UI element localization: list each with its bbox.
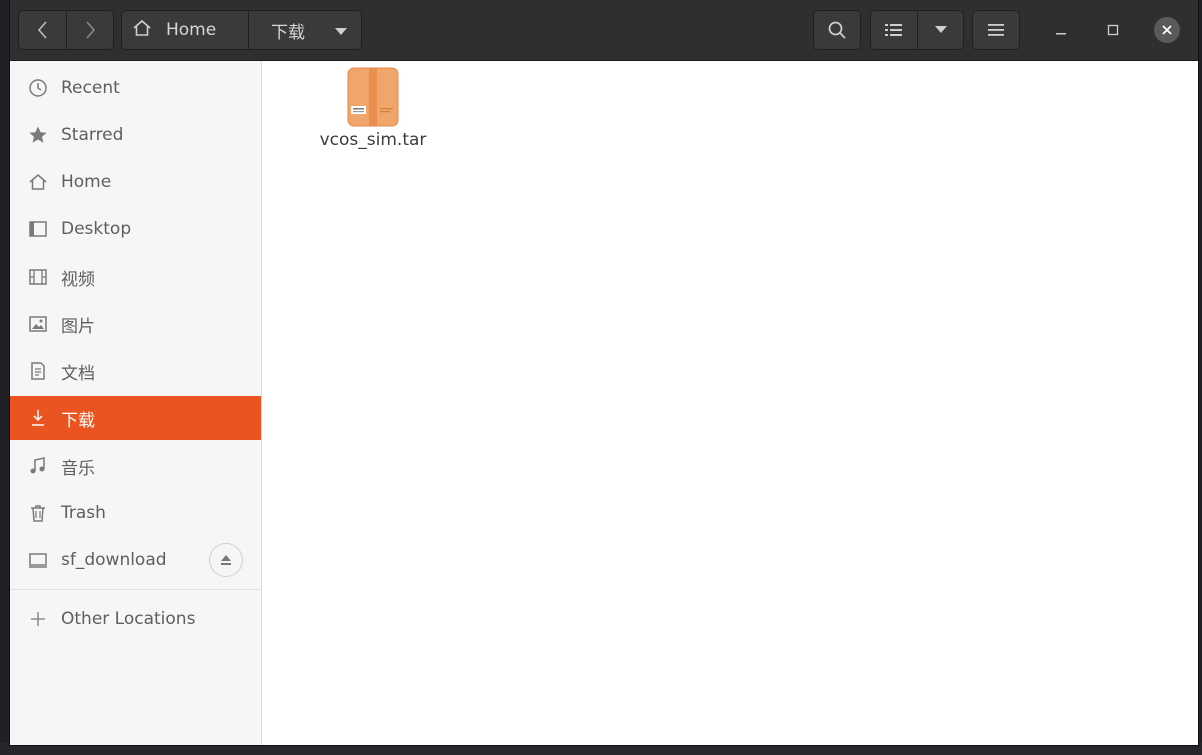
path-bar: Home 下载 [121,10,362,50]
breadcrumb-current[interactable]: 下载 [250,11,362,49]
close-button[interactable] [1152,15,1182,45]
sidebar-item-other-locations[interactable]: Other Locations [10,597,261,641]
sidebar-item-label: Recent [61,78,120,98]
drive-icon [27,549,49,571]
sidebar-item-starred[interactable]: Starred [10,113,261,157]
desktop-icon [27,218,49,240]
sidebar-item-home[interactable]: Home [10,160,261,204]
sidebar-item-label: 下载 [61,410,95,431]
star-icon [27,124,49,146]
breadcrumb-label: 下载 [271,22,305,43]
breadcrumb-label: Home [166,20,217,40]
back-button[interactable] [19,11,67,49]
breadcrumb-home[interactable]: Home [122,11,249,49]
home-icon [132,19,152,41]
file-name: vcos_sim.tar [319,130,427,150]
minimize-button[interactable] [1046,15,1076,45]
sidebar-item-label: Trash [61,503,106,523]
clock-icon [27,77,49,99]
maximize-icon [1107,24,1119,36]
chevron-right-icon [86,21,96,39]
sidebar-item-label: Other Locations [61,609,196,629]
search-icon [828,21,846,39]
file-view: vcos_sim.tar [262,61,1198,745]
sidebar-item-label: Starred [61,125,124,145]
sidebar-item-label: 视频 [61,269,95,290]
download-icon [27,407,49,429]
file-manager-window: Home 下载 Recent Starred Home Desktop 视频 图… [10,0,1198,745]
close-circle [1154,17,1180,43]
sidebar-item-videos[interactable]: 视频 [10,255,261,299]
view-buttons [870,10,964,50]
sidebar-item-trash[interactable]: Trash [10,491,261,535]
archive-icon [347,67,399,127]
sidebar-item-sf-download[interactable]: sf_download [10,538,261,582]
search-button[interactable] [813,10,861,50]
sidebar-item-label: Desktop [61,219,132,239]
sidebar-item-recent[interactable]: Recent [10,66,261,110]
eject-icon [221,555,231,565]
sidebar-item-label: 文档 [61,363,95,384]
sidebar-item-label: Home [61,172,112,192]
file-item[interactable]: vcos_sim.tar [318,67,428,151]
caret-down-icon [335,21,347,40]
view-options-button[interactable] [918,11,964,49]
document-icon [27,360,49,382]
sidebar-item-pictures[interactable]: 图片 [10,302,261,346]
sidebar-item-downloads[interactable]: 下载 [10,396,261,440]
menu-button[interactable] [972,10,1020,50]
home-icon [27,171,49,193]
navigation-buttons [18,10,114,50]
minimize-icon [1056,33,1066,35]
sidebar-item-documents[interactable]: 文档 [10,349,261,393]
eject-button[interactable] [209,543,243,577]
list-view-button[interactable] [871,11,918,49]
sidebar: Recent Starred Home Desktop 视频 图片 文档 下载 … [10,61,262,745]
sidebar-item-music[interactable]: 音乐 [10,444,261,488]
maximize-button[interactable] [1098,15,1128,45]
caret-down-icon [935,26,947,33]
trash-icon [27,502,49,524]
chevron-left-icon [37,21,47,39]
sidebar-item-label: 音乐 [61,458,95,479]
sidebar-item-desktop[interactable]: Desktop [10,207,261,251]
video-icon [27,266,49,288]
sidebar-divider [10,589,261,590]
music-icon [27,455,49,477]
list-view-icon [885,24,902,36]
picture-icon [27,313,49,335]
sidebar-item-label: 图片 [61,316,95,337]
hamburger-menu-icon [988,24,1004,36]
sidebar-item-label: sf_download [61,550,167,570]
plus-icon [27,608,49,630]
headerbar: Home 下载 [10,0,1198,61]
close-icon [1162,25,1172,35]
forward-button[interactable] [67,11,113,49]
